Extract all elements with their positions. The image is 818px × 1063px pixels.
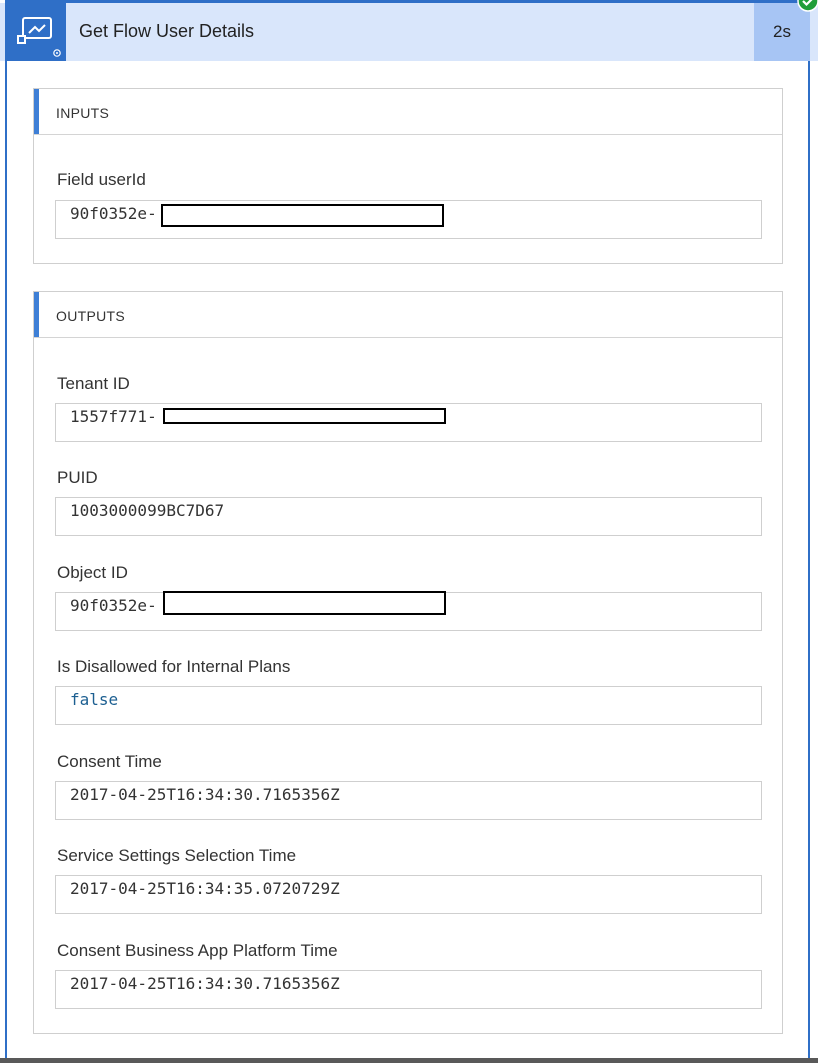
object-id-label: Object ID <box>57 563 128 582</box>
outputs-section: OUTPUTS Tenant ID 1557f771- PUID 1003000… <box>33 291 783 1034</box>
consent-business-app-value-box: 2017-04-25T16:34:30.7165356Z <box>55 970 762 1009</box>
redaction-box <box>161 204 444 227</box>
redaction-box <box>163 591 446 615</box>
inputs-section-header[interactable]: INPUTS <box>34 89 782 135</box>
inputs-title: INPUTS <box>56 105 110 121</box>
action-header[interactable]: Get Flow User Details 2s <box>0 3 818 61</box>
bottom-bar <box>0 1058 818 1063</box>
flow-action-icon <box>5 3 66 61</box>
tenant-id-value-box: 1557f771- <box>55 403 762 442</box>
action-title: Get Flow User Details <box>79 21 255 41</box>
field-userid-value: 90f0352e- <box>70 204 157 223</box>
service-settings-value-box: 2017-04-25T16:34:35.0720729Z <box>55 875 762 914</box>
success-check-icon <box>797 0 818 12</box>
tenant-id-value: 1557f771- <box>70 407 157 426</box>
service-settings-label: Service Settings Selection Time <box>57 846 297 865</box>
puid-label: PUID <box>57 468 98 487</box>
outputs-section-header[interactable]: OUTPUTS <box>34 292 782 338</box>
field-userid-label: Field userId <box>57 170 146 189</box>
inputs-section: INPUTS Field userId 90f0352e- <box>33 88 783 264</box>
puid-value-box: 1003000099BC7D67 <box>55 497 762 536</box>
redaction-box <box>163 408 446 424</box>
is-disallowed-value-box: false <box>55 686 762 725</box>
consent-time-value: 2017-04-25T16:34:30.7165356Z <box>70 785 340 804</box>
object-id-value: 90f0352e- <box>70 596 157 615</box>
is-disallowed-value: false <box>70 690 119 709</box>
consent-business-app-value: 2017-04-25T16:34:30.7165356Z <box>70 974 340 993</box>
is-disallowed-label: Is Disallowed for Internal Plans <box>57 657 291 676</box>
outputs-title: OUTPUTS <box>56 308 125 324</box>
consent-business-app-label: Consent Business App Platform Time <box>57 941 338 960</box>
service-settings-value: 2017-04-25T16:34:35.0720729Z <box>70 879 340 898</box>
object-id-value-box: 90f0352e- <box>55 591 762 631</box>
puid-value: 1003000099BC7D67 <box>70 501 225 520</box>
consent-time-value-box: 2017-04-25T16:34:30.7165356Z <box>55 781 762 820</box>
field-userid-value-box: 90f0352e- <box>55 200 762 239</box>
consent-time-label: Consent Time <box>57 752 162 771</box>
tenant-id-label: Tenant ID <box>57 374 130 393</box>
